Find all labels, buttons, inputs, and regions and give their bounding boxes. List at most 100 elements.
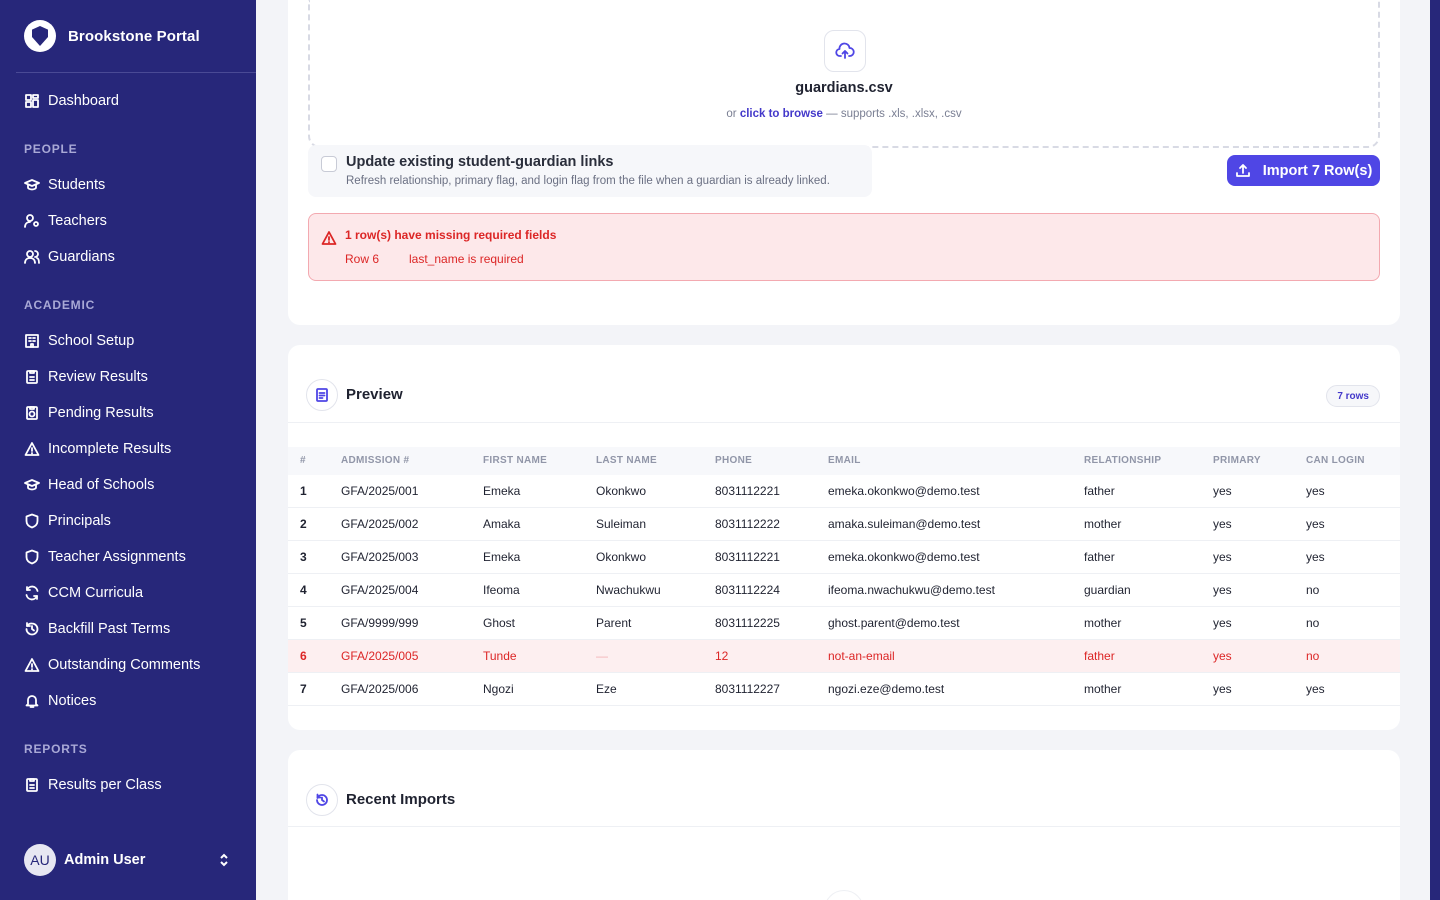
col-header-email: EMAIL xyxy=(828,455,861,466)
preview-card: Preview 7 rows # ADMISSION # FIRST NAME … xyxy=(288,345,1400,730)
clipboard-icon xyxy=(26,370,38,384)
chevron-up-down-icon xyxy=(218,852,230,868)
file-dropzone[interactable]: guardians.csv or click to browse — suppo… xyxy=(308,0,1380,148)
col-header-number: # xyxy=(300,455,306,466)
col-header-first-name: FIRST NAME xyxy=(483,455,548,466)
cell-email: ngozi.eze@demo.test xyxy=(828,682,945,696)
import-button[interactable]: Import 7 Row(s) xyxy=(1227,155,1380,186)
page-scrollbar[interactable] xyxy=(1430,0,1440,900)
cell-email: not-an-email xyxy=(828,649,895,663)
col-header-can-login: CAN LOGIN xyxy=(1306,455,1365,466)
user-menu[interactable]: AU Admin User xyxy=(24,843,240,877)
cell-last-name: Parent xyxy=(596,616,632,630)
cell-first-name: Ghost xyxy=(483,616,516,630)
dashboard-icon xyxy=(25,94,39,108)
sidebar-item-pending-results[interactable]: Pending Results xyxy=(24,402,154,424)
sidebar-item-teacher-assignments[interactable]: Teacher Assignments xyxy=(24,546,186,568)
section-people: PEOPLE xyxy=(24,142,78,156)
browse-suffix: — supports .xls, .xlsx, .csv xyxy=(826,108,962,120)
sidebar-item-dashboard[interactable]: Dashboard xyxy=(24,90,119,112)
brand[interactable]: Brookstone Portal xyxy=(16,0,256,73)
sidebar-item-teachers[interactable]: Teachers xyxy=(24,210,107,232)
cell-admission: GFA/2025/005 xyxy=(341,649,419,663)
cell-last-name: Okonkwo xyxy=(596,550,647,564)
sidebar-item-head-of-schools[interactable]: Head of Schools xyxy=(24,474,154,496)
cell-first-name: Ngozi xyxy=(483,682,514,696)
validation-alert: 1 row(s) have missing required fields Ro… xyxy=(308,213,1380,281)
col-header-phone: PHONE xyxy=(715,455,753,466)
cell-first-name: Ifeoma xyxy=(483,583,520,597)
cell-first-name: Emeka xyxy=(483,550,521,564)
cell-number: 6 xyxy=(300,649,307,663)
sidebar-item-label: Review Results xyxy=(48,369,148,385)
cell-can-login: yes xyxy=(1306,682,1325,696)
cell-can-login: no xyxy=(1306,583,1320,597)
sidebar-item-label: Principals xyxy=(48,513,111,529)
sidebar-item-guardians[interactable]: Guardians xyxy=(24,246,115,268)
users-icon xyxy=(24,250,40,264)
building-icon xyxy=(25,334,39,348)
col-header-relationship: RELATIONSHIP xyxy=(1084,455,1162,466)
refresh-icon xyxy=(25,585,39,601)
update-existing-checkbox[interactable] xyxy=(321,156,337,172)
table-header: # ADMISSION # FIRST NAME LAST NAME PHONE… xyxy=(288,447,1400,475)
cell-can-login: yes xyxy=(1306,550,1325,564)
cell-number: 4 xyxy=(300,583,307,597)
cell-relationship: mother xyxy=(1084,682,1122,696)
cell-last-name: Eze xyxy=(596,682,617,696)
sidebar-item-results-per-class[interactable]: Results per Class xyxy=(24,774,162,796)
table-row: 1 GFA/2025/001 Emeka Okonkwo 8031112221 emeka… xyxy=(288,475,1400,508)
clipboard-clock-icon xyxy=(26,406,38,420)
cell-phone: 8031112224 xyxy=(715,583,780,597)
section-reports: REPORTS xyxy=(24,742,88,756)
col-header-last-name: LAST NAME xyxy=(596,455,658,466)
cell-admission: GFA/2025/001 xyxy=(341,484,419,498)
sidebar-item-outstanding-comments[interactable]: Outstanding Comments xyxy=(24,654,200,676)
cloud-upload-icon[interactable] xyxy=(824,30,866,72)
cell-relationship: father xyxy=(1084,550,1115,564)
cell-last-name: Suleiman xyxy=(596,517,647,531)
cell-email: ghost.parent@demo.test xyxy=(828,616,960,630)
sidebar-item-label: Notices xyxy=(48,693,97,709)
sidebar-item-notices[interactable]: Notices xyxy=(24,690,96,712)
cell-relationship: guardian xyxy=(1084,583,1131,597)
bell-icon xyxy=(25,695,39,708)
sidebar-item-label: Teachers xyxy=(48,213,107,229)
sidebar-item-school-setup[interactable]: School Setup xyxy=(24,330,134,352)
sidebar-item-principals[interactable]: Principals xyxy=(24,510,111,532)
upload-card: guardians.csv or click to browse — suppo… xyxy=(288,0,1400,325)
cell-primary: yes xyxy=(1213,550,1232,564)
sidebar-item-review-results[interactable]: Review Results xyxy=(24,366,148,388)
avatar: AU xyxy=(24,844,56,876)
sidebar-item-backfill-past-terms[interactable]: Backfill Past Terms xyxy=(24,618,170,640)
upload-icon xyxy=(1235,163,1250,177)
shield-icon xyxy=(25,513,39,529)
cell-can-login: no xyxy=(1306,649,1320,663)
sidebar-item-incomplete-results[interactable]: Incomplete Results xyxy=(24,438,171,460)
sidebar-item-students[interactable]: Students xyxy=(24,174,105,196)
cell-primary: yes xyxy=(1213,517,1232,531)
recent-imports-header: Recent Imports xyxy=(288,750,1400,827)
cell-relationship: mother xyxy=(1084,517,1122,531)
cell-relationship: father xyxy=(1084,649,1115,663)
cell-first-name: Emeka xyxy=(483,484,521,498)
warning-icon xyxy=(24,442,40,456)
update-existing-label: Update existing student-guardian links xyxy=(346,154,614,170)
teacher-icon xyxy=(24,214,39,228)
import-button-label: Import 7 Row(s) xyxy=(1262,162,1373,179)
school-crest-icon xyxy=(24,20,56,52)
selected-file-name: guardians.csv xyxy=(795,80,893,96)
table-row: 5 GFA/9999/999 Ghost Parent 8031112225 ghost.… xyxy=(288,607,1400,640)
history-icon xyxy=(25,622,39,636)
table-row: 4 GFA/2025/004 Ifeoma Nwachukwu 8031112224 if… xyxy=(288,574,1400,607)
history-icon xyxy=(306,784,338,816)
cell-relationship: father xyxy=(1084,484,1115,498)
cell-admission: GFA/2025/004 xyxy=(341,583,419,597)
recent-imports-card: Recent Imports xyxy=(288,750,1400,900)
sidebar-item-ccm-curricula[interactable]: CCM Curricula xyxy=(24,582,143,604)
cell-phone: 8031112221 xyxy=(715,550,780,564)
sidebar-item-label: Teacher Assignments xyxy=(48,549,186,565)
preview-title: Preview xyxy=(346,386,403,403)
sidebar-item-label: Students xyxy=(48,177,106,193)
browse-link[interactable]: click to browse xyxy=(740,108,823,120)
